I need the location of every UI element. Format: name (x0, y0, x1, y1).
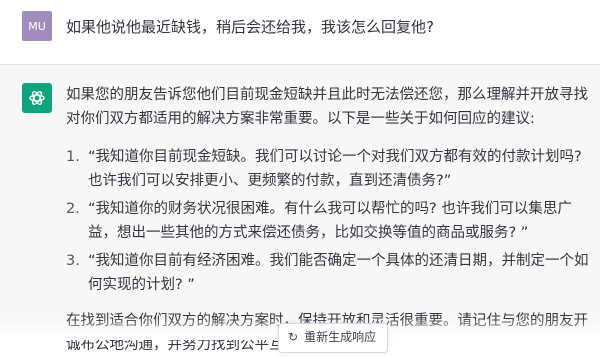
suggestion-list: 1. “我知道你目前现金短缺。我们可以讨论一个对我们双方都有效的付款计划吗? 也… (66, 145, 598, 297)
list-item: 3. “我知道你目前有经济困难。我们能否确定一个具体的还清日期，并制定一个如何实… (66, 249, 598, 297)
user-avatar: MU (22, 11, 52, 41)
refresh-icon: ↻ (288, 330, 299, 344)
list-item-text: “我知道你目前有经济困难。我们能否确定一个具体的还清日期，并制定一个如何实现的计… (88, 253, 589, 293)
user-avatar-initials: MU (28, 19, 46, 33)
list-item-number: 2. (66, 201, 80, 217)
openai-logo-icon (29, 91, 45, 105)
user-message-text: 如果他说他最近缺钱，稍后会还给我，我该怎么回复他? (66, 18, 434, 36)
assistant-message-content: 如果您的朋友告诉您他们目前现金短缺并且此时无法偿还您，那么理解并开放寻找对你们双… (66, 83, 598, 357)
list-item: 1. “我知道你目前现金短缺。我们可以讨论一个对我们双方都有效的付款计划吗? 也… (66, 145, 598, 193)
list-item-number: 3. (66, 253, 80, 269)
list-item: 2. “我知道你的财务状况很困难。有什么我可以帮忙的吗? 也许我们可以集思广益，… (66, 197, 598, 245)
assistant-message-row: 如果您的朋友告诉您他们目前现金短缺并且此时无法偿还您，那么理解并开放寻找对你们双… (0, 65, 600, 353)
list-item-number: 1. (66, 149, 80, 165)
regenerate-response-button[interactable]: ↻ 重新生成响应 (278, 323, 388, 353)
user-message-row: MU 如果他说他最近缺钱，稍后会还给我，我该怎么回复他? (0, 0, 600, 65)
regenerate-label: 重新生成响应 (304, 330, 377, 344)
list-item-text: “我知道你的财务状况很困难。有什么我可以帮忙的吗? 也许我们可以集思广益，想出一… (88, 201, 572, 241)
list-item-text: “我知道你目前现金短缺。我们可以讨论一个对我们双方都有效的付款计划吗? 也许我们… (88, 149, 582, 189)
assistant-intro: 如果您的朋友告诉您他们目前现金短缺并且此时无法偿还您，那么理解并开放寻找对你们双… (66, 87, 588, 127)
assistant-avatar (22, 83, 52, 113)
